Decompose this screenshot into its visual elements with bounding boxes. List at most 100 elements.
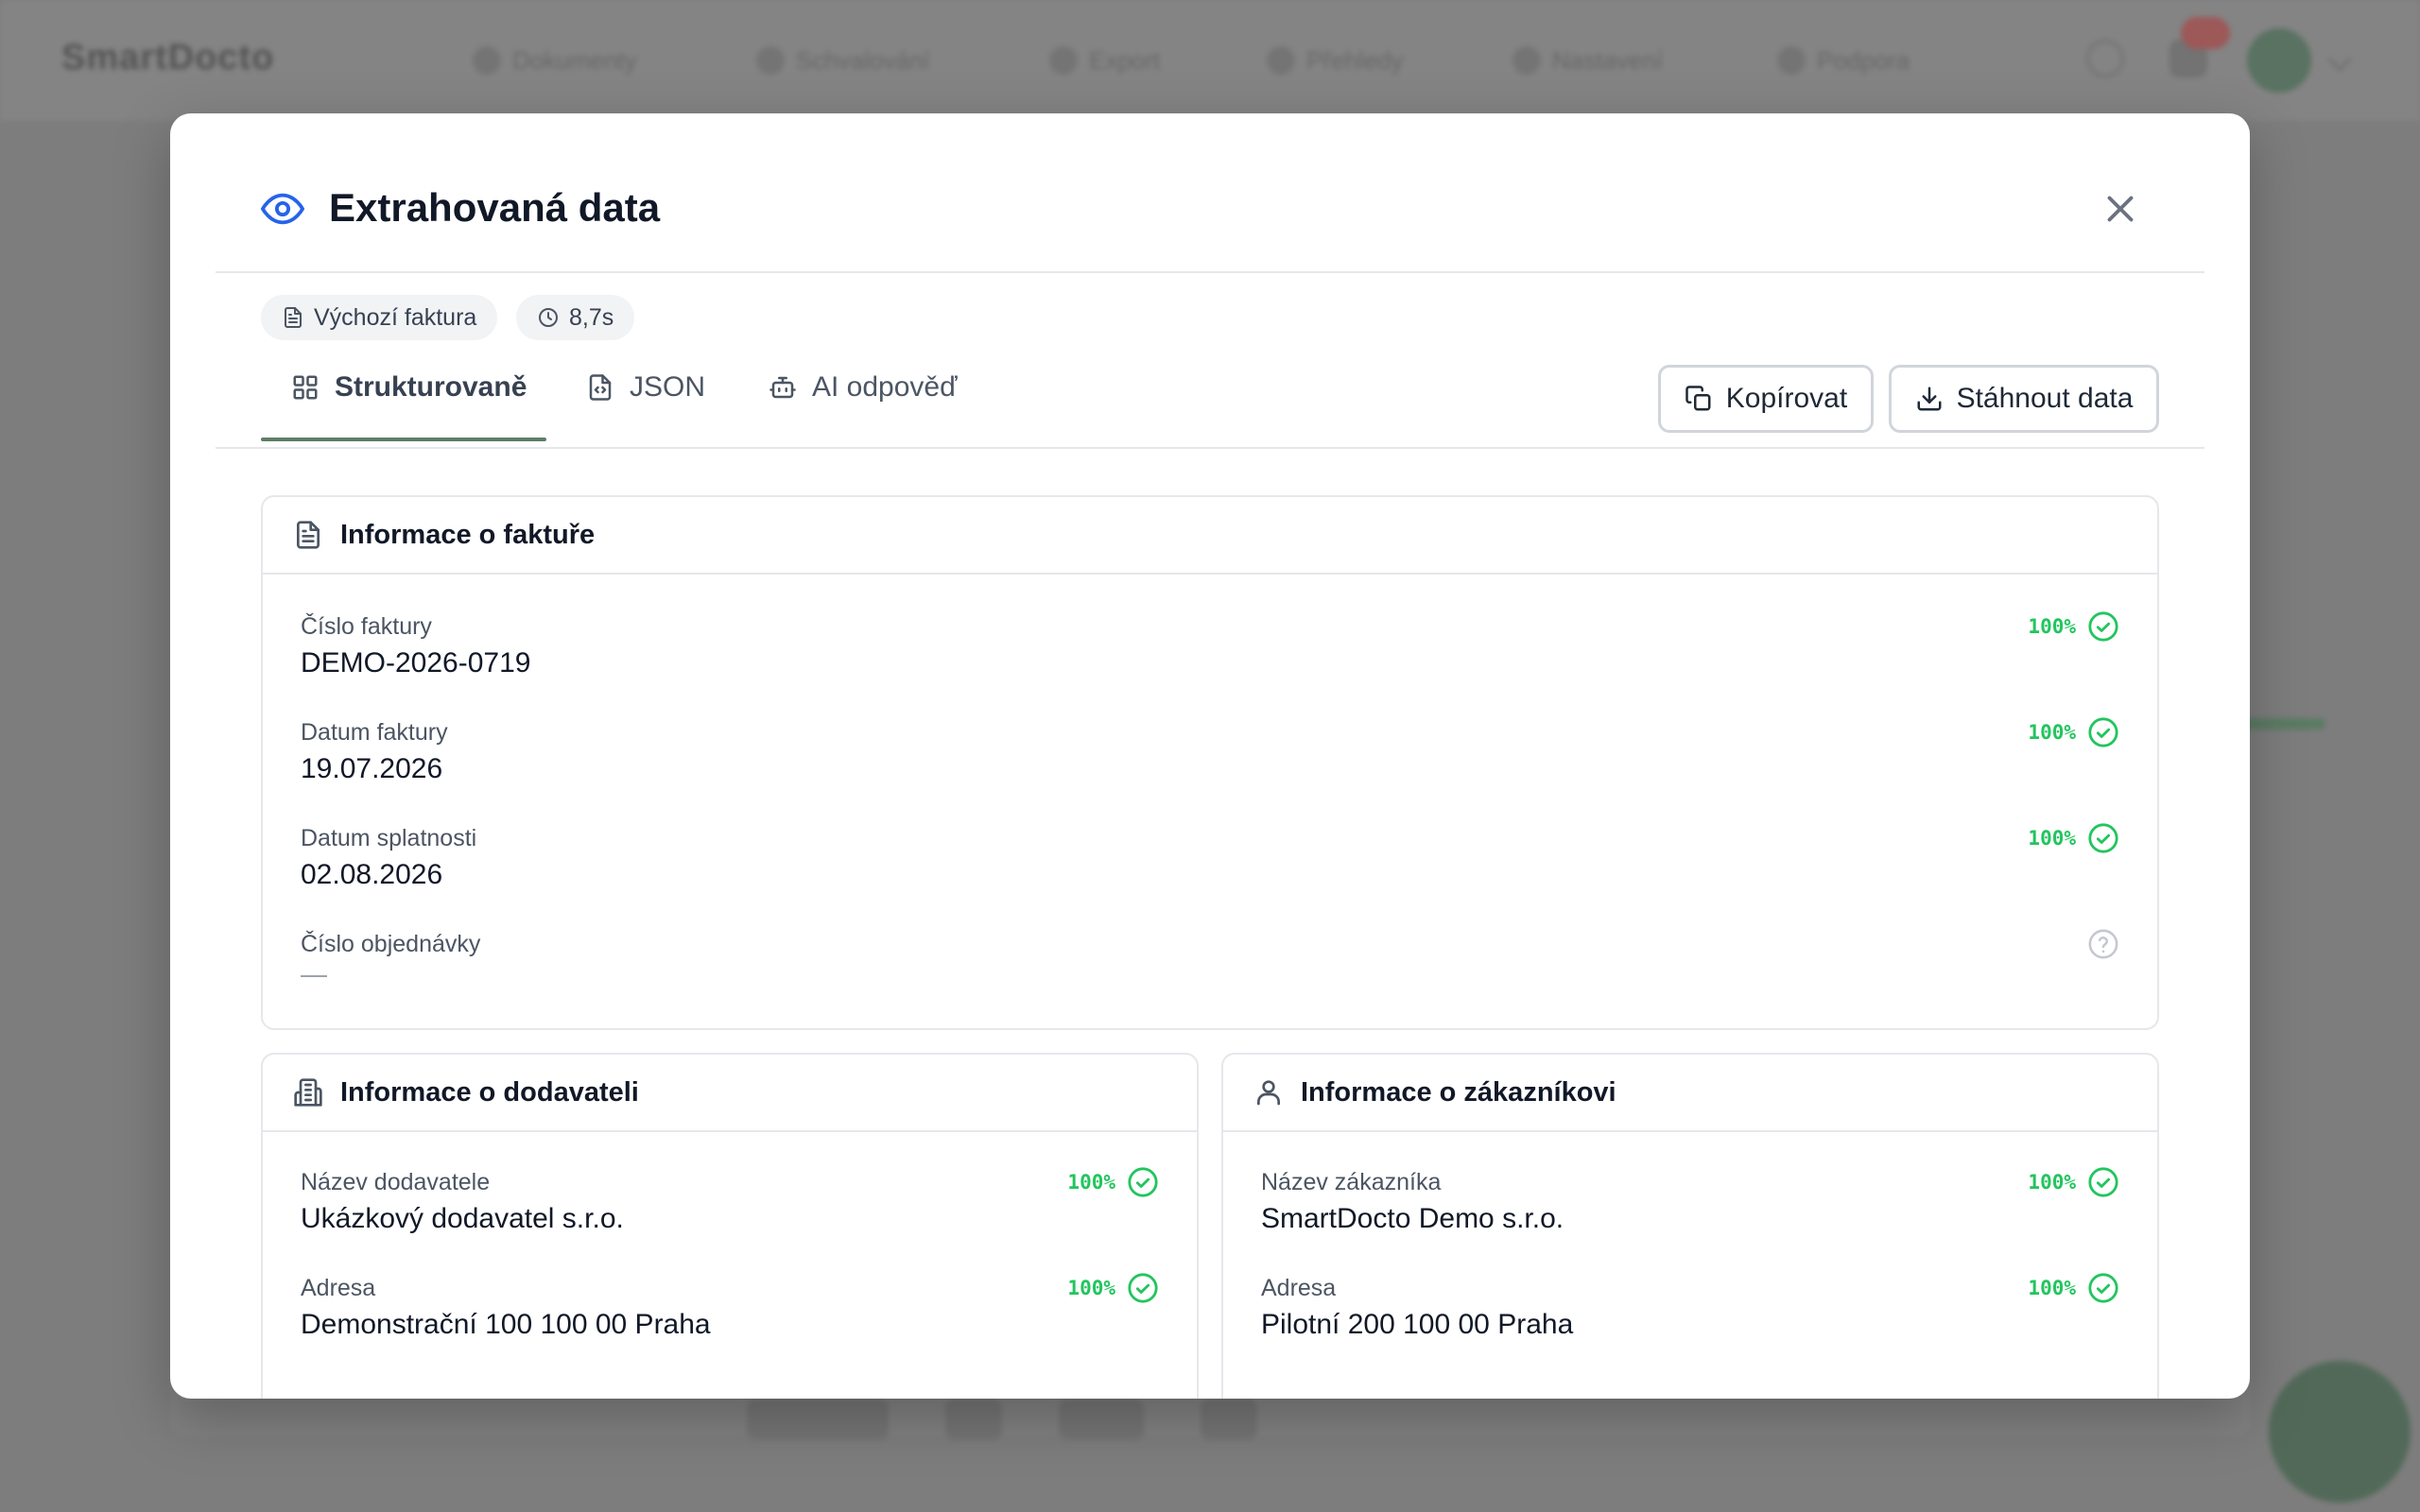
download-button[interactable]: Stáhnout data bbox=[1889, 365, 2159, 433]
copy-button[interactable]: Kopírovat bbox=[1658, 365, 1874, 433]
help-circle-icon bbox=[2088, 929, 2118, 959]
confidence-indicator: 100% bbox=[1067, 1166, 1159, 1198]
confidence-indicator: 100% bbox=[2028, 822, 2119, 854]
confidence-value: 100% bbox=[2028, 1171, 2076, 1194]
field-invoice-date: Datum faktury 19.07.2026 100% bbox=[301, 716, 2119, 801]
background-nav-item: Schvalování bbox=[756, 42, 930, 79]
field-label: Datum splatnosti bbox=[301, 825, 477, 851]
field-supplier-address: Adresa Demonstrační 100 100 00 Praha 100… bbox=[301, 1272, 1159, 1357]
tab-json-label: JSON bbox=[630, 371, 706, 403]
background-notification-badge bbox=[2181, 17, 2230, 49]
background-nav-item: Podpora bbox=[1777, 42, 1910, 79]
field-supplier-name: Název dodavatele Ukázkový dodavatel s.r.… bbox=[301, 1166, 1159, 1251]
document-icon bbox=[285, 307, 302, 328]
tab-json[interactable]: JSON bbox=[586, 342, 705, 433]
modal-header: Extrahovaná data bbox=[170, 113, 2250, 272]
confidence-value: 100% bbox=[2028, 615, 2076, 638]
document-icon bbox=[297, 521, 320, 549]
invoice-info-header: Informace o faktuře bbox=[263, 497, 2157, 575]
customer-info-card: Informace o zákazníkovi Název zákazníka … bbox=[1221, 1053, 2159, 1399]
field-due-date: Datum splatnosti 02.08.2026 100% bbox=[301, 822, 2119, 907]
modal-title: Extrahovaná data bbox=[329, 185, 661, 230]
grid-icon bbox=[293, 375, 318, 400]
invoice-info-title: Informace o faktuře bbox=[340, 519, 596, 550]
background-nav-item: Přehledy bbox=[1267, 42, 1404, 79]
copy-icon bbox=[1685, 386, 1711, 411]
customer-info-title: Informace o zákazníkovi bbox=[1301, 1076, 1616, 1108]
empty-value-dash bbox=[301, 975, 327, 977]
background-nav-item: Dokumenty bbox=[473, 42, 637, 79]
template-chip-label: Výchozí faktura bbox=[314, 303, 477, 331]
check-circle-icon bbox=[1128, 1273, 1158, 1303]
confidence-value: 100% bbox=[2028, 827, 2076, 850]
confidence-indicator bbox=[2087, 928, 2119, 960]
confidence-indicator: 100% bbox=[2028, 716, 2119, 748]
user-icon bbox=[1257, 1080, 1280, 1106]
file-code-icon bbox=[589, 374, 612, 401]
confidence-indicator: 100% bbox=[2028, 610, 2119, 643]
field-order-number: Číslo objednávky bbox=[301, 928, 2119, 1013]
duration-chip-label: 8,7s bbox=[569, 303, 614, 331]
download-icon bbox=[1917, 387, 1942, 411]
check-circle-icon bbox=[2088, 1167, 2118, 1197]
field-customer-name: Název zákazníka SmartDocto Demo s.r.o. 1… bbox=[1261, 1166, 2119, 1251]
field-label: Adresa bbox=[1261, 1275, 1337, 1301]
customer-info-header: Informace o zákazníkovi bbox=[1223, 1055, 2157, 1132]
invoice-info-card: Informace o faktuře Číslo faktury DEMO-2… bbox=[261, 495, 2159, 1030]
template-chip: Výchozí faktura bbox=[261, 295, 498, 340]
check-circle-icon bbox=[2088, 823, 2118, 853]
confidence-value: 100% bbox=[1067, 1277, 1115, 1299]
field-label: Adresa bbox=[301, 1275, 376, 1301]
eye-icon bbox=[261, 193, 304, 225]
check-circle-icon bbox=[1128, 1167, 1158, 1197]
confidence-value: 100% bbox=[2028, 1277, 2076, 1299]
supplier-info-card: Informace o dodavateli Název dodavatele … bbox=[261, 1053, 1199, 1399]
supplier-info-title: Informace o dodavateli bbox=[340, 1076, 639, 1108]
field-value[interactable]: Pilotní 200 100 00 Praha bbox=[1261, 1306, 1573, 1344]
duration-chip: 8,7s bbox=[516, 295, 635, 340]
confidence-indicator: 100% bbox=[2028, 1272, 2119, 1304]
confidence-indicator: 100% bbox=[1067, 1272, 1159, 1304]
check-circle-icon bbox=[2088, 1273, 2118, 1303]
active-tab-indicator bbox=[261, 438, 546, 441]
field-value[interactable]: 19.07.2026 bbox=[301, 750, 442, 788]
field-value[interactable]: SmartDocto Demo s.r.o. bbox=[1261, 1200, 1564, 1238]
background-logo: SmartDocto bbox=[61, 38, 275, 77]
tab-structured[interactable]: Strukturovaně bbox=[291, 342, 527, 433]
background-pagination bbox=[747, 1399, 1257, 1440]
bot-icon bbox=[769, 376, 796, 399]
background-nav-item: Export bbox=[1049, 42, 1160, 79]
tab-structured-label: Strukturovaně bbox=[335, 371, 527, 403]
field-value[interactable]: DEMO-2026-0719 bbox=[301, 644, 530, 682]
check-circle-icon bbox=[2088, 717, 2118, 747]
download-button-label: Stáhnout data bbox=[1956, 383, 2134, 414]
tab-ai-response[interactable]: AI odpověď bbox=[769, 342, 958, 433]
field-label: Číslo objednávky bbox=[301, 931, 481, 957]
field-label: Datum faktury bbox=[301, 719, 448, 746]
building-icon bbox=[294, 1078, 322, 1107]
field-label: Číslo faktury bbox=[301, 613, 432, 640]
background-topbar bbox=[0, 0, 2420, 121]
field-label: Název dodavatele bbox=[301, 1169, 491, 1195]
field-value[interactable]: Demonstrační 100 100 00 Praha bbox=[301, 1306, 711, 1344]
field-invoice-number: Číslo faktury DEMO-2026-0719 100% bbox=[301, 610, 2119, 696]
check-circle-icon bbox=[2088, 611, 2118, 642]
field-value[interactable]: 02.08.2026 bbox=[301, 856, 442, 894]
supplier-info-header: Informace o dodavateli bbox=[263, 1055, 1197, 1132]
copy-button-label: Kopírovat bbox=[1725, 383, 1848, 414]
background-avatar bbox=[2247, 28, 2311, 93]
close-icon[interactable] bbox=[2099, 187, 2142, 231]
background-status-bar bbox=[2240, 718, 2325, 730]
tab-ai-response-label: AI odpověď bbox=[812, 371, 958, 403]
extracted-data-modal: Extrahovaná data Výchozí faktura 8,7s St… bbox=[170, 113, 2250, 1399]
background-help-icon bbox=[2086, 40, 2124, 77]
field-label: Název zákazníka bbox=[1261, 1169, 1442, 1195]
header-divider bbox=[216, 271, 2204, 273]
tabs-divider bbox=[216, 447, 2204, 449]
background-chat-fab bbox=[2269, 1361, 2411, 1503]
field-customer-address: Adresa Pilotní 200 100 00 Praha 100% bbox=[1261, 1272, 2119, 1357]
clock-icon bbox=[539, 308, 558, 327]
confidence-value: 100% bbox=[1067, 1171, 1115, 1194]
field-value[interactable]: Ukázkový dodavatel s.r.o. bbox=[301, 1200, 624, 1238]
confidence-value: 100% bbox=[2028, 721, 2076, 744]
